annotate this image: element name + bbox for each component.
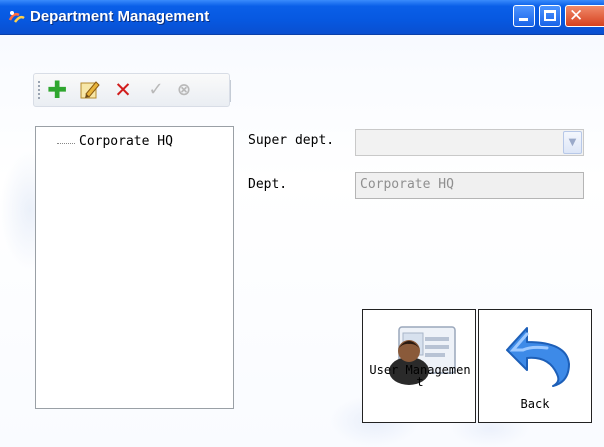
- edit-icon-graphic: [80, 81, 100, 99]
- back-label: Back: [520, 397, 550, 411]
- toolbar-grip[interactable]: [38, 81, 40, 101]
- title-bar[interactable]: Department Management ✕: [0, 0, 604, 35]
- toolbar-separator: [230, 80, 231, 102]
- tree-connector: [57, 143, 75, 144]
- app-window: Department Management ✕ ✚ ✕ ✓ ⊗ Corporat…: [0, 0, 604, 447]
- close-button[interactable]: ✕: [565, 5, 604, 27]
- window-title: Department Management: [30, 8, 210, 25]
- edit-icon[interactable]: [78, 78, 102, 102]
- back-arrow-icon: [506, 327, 570, 387]
- tree-node-corporate-hq[interactable]: Corporate HQ: [79, 134, 173, 149]
- department-tree[interactable]: Corporate HQ: [35, 126, 234, 409]
- chevron-down-icon[interactable]: ▼: [563, 131, 582, 154]
- user-management-button[interactable]: User Managemen t: [362, 309, 476, 423]
- check-icon[interactable]: ✓: [144, 78, 168, 102]
- super-dept-label: Super dept.: [248, 133, 335, 148]
- super-dept-select[interactable]: ▼: [355, 129, 584, 156]
- user-management-label: User Managemen t: [369, 363, 471, 389]
- delete-icon[interactable]: ✕: [111, 78, 135, 102]
- back-button[interactable]: Back: [478, 309, 592, 423]
- toolbar: ✚ ✕ ✓ ⊗: [33, 73, 231, 107]
- maximize-button[interactable]: [539, 5, 561, 27]
- dept-field[interactable]: Corporate HQ: [355, 172, 584, 199]
- maximize-icon: [544, 10, 556, 21]
- close-icon: ✕: [569, 6, 584, 26]
- app-icon: [8, 11, 25, 23]
- minimize-button[interactable]: [513, 5, 535, 27]
- dept-label: Dept.: [248, 177, 288, 192]
- plus-icon[interactable]: ✚: [45, 78, 69, 102]
- minimize-icon: [519, 18, 528, 21]
- cancel-icon[interactable]: ⊗: [172, 78, 196, 102]
